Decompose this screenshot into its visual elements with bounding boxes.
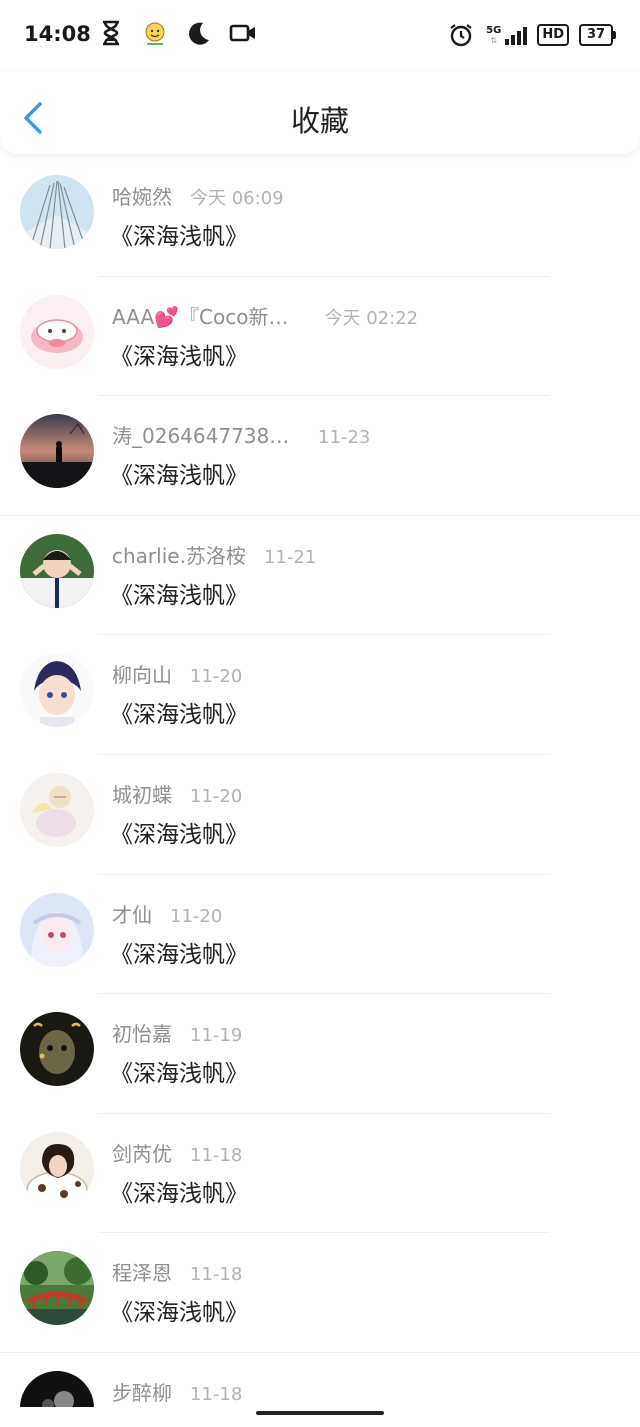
item-message: 《深海浅帆》 (110, 941, 248, 968)
avatar[interactable] (20, 892, 94, 967)
battery-icon: 37 (579, 24, 616, 46)
item-time: 11-18 (190, 1144, 243, 1166)
item-meta: 柳向山 11-20 (112, 659, 242, 688)
nav-header: 收藏 (0, 72, 640, 154)
alarm-icon (446, 20, 476, 50)
sender-name: AAA💕『Coco新… (112, 304, 289, 329)
item-message: 《深海浅帆》 (110, 702, 248, 729)
item-time: 11-20 (170, 905, 223, 927)
sender-name: 柳向山 (112, 663, 172, 688)
sender-name: 初怡嘉 (112, 1022, 172, 1047)
list-item[interactable]: AAA💕『Coco新… 今天 02:22 《深海浅帆》 (0, 277, 640, 397)
item-message: 《深海浅帆》 (110, 821, 248, 848)
list-item[interactable]: 哈婉然 今天 06:09 《深海浅帆》 (0, 157, 640, 277)
avatar[interactable] (20, 1012, 94, 1087)
list-item[interactable]: charlie.苏洛桉 11-21 《深海浅帆》 (0, 516, 640, 636)
sender-name: 城初蝶 (112, 782, 172, 807)
status-bar: 14:08 5G ⇅ HD 37 (0, 0, 640, 72)
sender-name: 涛_026464773857… (112, 424, 300, 449)
avatar[interactable] (20, 533, 94, 608)
page-title: 收藏 (290, 104, 349, 138)
home-indicator[interactable] (256, 1411, 384, 1415)
item-time: 11-20 (190, 785, 243, 807)
avatar[interactable] (20, 175, 94, 249)
item-message: 《深海浅帆》 (110, 1300, 248, 1327)
favorites-list: 哈婉然 今天 06:09 《深海浅帆》 AAA💕『Coco新… 今天 02:22… (0, 157, 640, 1407)
item-meta: 城初蝶 11-20 (112, 779, 242, 808)
avatar[interactable] (20, 1370, 94, 1407)
avatar[interactable] (20, 1131, 94, 1206)
avatar[interactable] (20, 414, 94, 489)
item-meta: charlie.苏洛桉 11-21 (112, 540, 316, 569)
list-item[interactable]: 初怡嘉 11-19 《深海浅帆》 (0, 994, 640, 1114)
signal-icon: 5G ⇅ (486, 24, 528, 45)
item-meta: 步醉柳 11-18 (112, 1377, 242, 1406)
list-item[interactable]: 涛_026464773857… 11-23 《深海浅帆》 (0, 396, 640, 516)
item-time: 11-21 (263, 546, 317, 568)
sender-name: 步醉柳 (112, 1380, 172, 1405)
sender-name: 哈婉然 (112, 185, 172, 209)
sender-name: 程泽恩 (112, 1261, 172, 1286)
avatar[interactable] (20, 1251, 94, 1326)
status-right-icons: 5G ⇅ HD 37 (446, 20, 616, 50)
sender-name: charlie.苏洛桉 (112, 543, 246, 568)
list-item[interactable]: 步醉柳 11-18 (0, 1353, 640, 1407)
hd-icon: HD (537, 24, 569, 46)
moon-icon (184, 18, 214, 48)
item-message: 《深海浅帆》 (110, 224, 248, 250)
item-meta: 涛_026464773857… 11-23 (112, 420, 370, 449)
item-time: 11-18 (190, 1383, 243, 1405)
avatar[interactable] (20, 294, 94, 369)
hourglass-icon (96, 18, 126, 48)
status-time: 14:08 (24, 22, 91, 46)
emoji-face-icon (140, 18, 170, 48)
status-left-icons (96, 18, 258, 48)
item-meta: 哈婉然 今天 06:09 (112, 181, 284, 210)
item-time: 11-18 (190, 1264, 243, 1286)
item-message: 《深海浅帆》 (110, 463, 248, 490)
avatar[interactable] (20, 653, 94, 728)
item-message: 《深海浅帆》 (110, 1180, 248, 1207)
item-time: 今天 02:22 (324, 307, 419, 329)
item-meta: 剑芮优 11-18 (112, 1138, 242, 1167)
item-meta: AAA💕『Coco新… 今天 02:22 (112, 301, 418, 330)
item-time: 今天 06:09 (190, 188, 284, 209)
avatar[interactable] (20, 772, 94, 847)
item-meta: 初怡嘉 11-19 (112, 1018, 242, 1047)
item-time: 11-19 (190, 1025, 243, 1047)
battery-level: 37 (579, 24, 613, 46)
list-item[interactable]: 才仙 11-20 《深海浅帆》 (0, 875, 640, 995)
item-message: 《深海浅帆》 (110, 582, 248, 609)
list-item[interactable]: 城初蝶 11-20 《深海浅帆》 (0, 755, 640, 875)
item-meta: 程泽恩 11-18 (112, 1257, 242, 1286)
list-item[interactable]: 柳向山 11-20 《深海浅帆》 (0, 635, 640, 755)
item-message: 《深海浅帆》 (110, 343, 248, 370)
item-time: 11-20 (190, 666, 243, 688)
list-item[interactable]: 程泽恩 11-18 《深海浅帆》 (0, 1233, 640, 1353)
network-type: 5G (486, 24, 502, 36)
sender-name: 剑芮优 (112, 1141, 172, 1166)
list-item[interactable]: 剑芮优 11-18 《深海浅帆》 (0, 1114, 640, 1234)
sender-name: 才仙 (112, 902, 152, 927)
video-camera-icon (228, 18, 258, 48)
item-meta: 才仙 11-20 (112, 899, 222, 928)
item-message: 《深海浅帆》 (110, 1061, 248, 1088)
item-time: 11-23 (318, 427, 371, 449)
